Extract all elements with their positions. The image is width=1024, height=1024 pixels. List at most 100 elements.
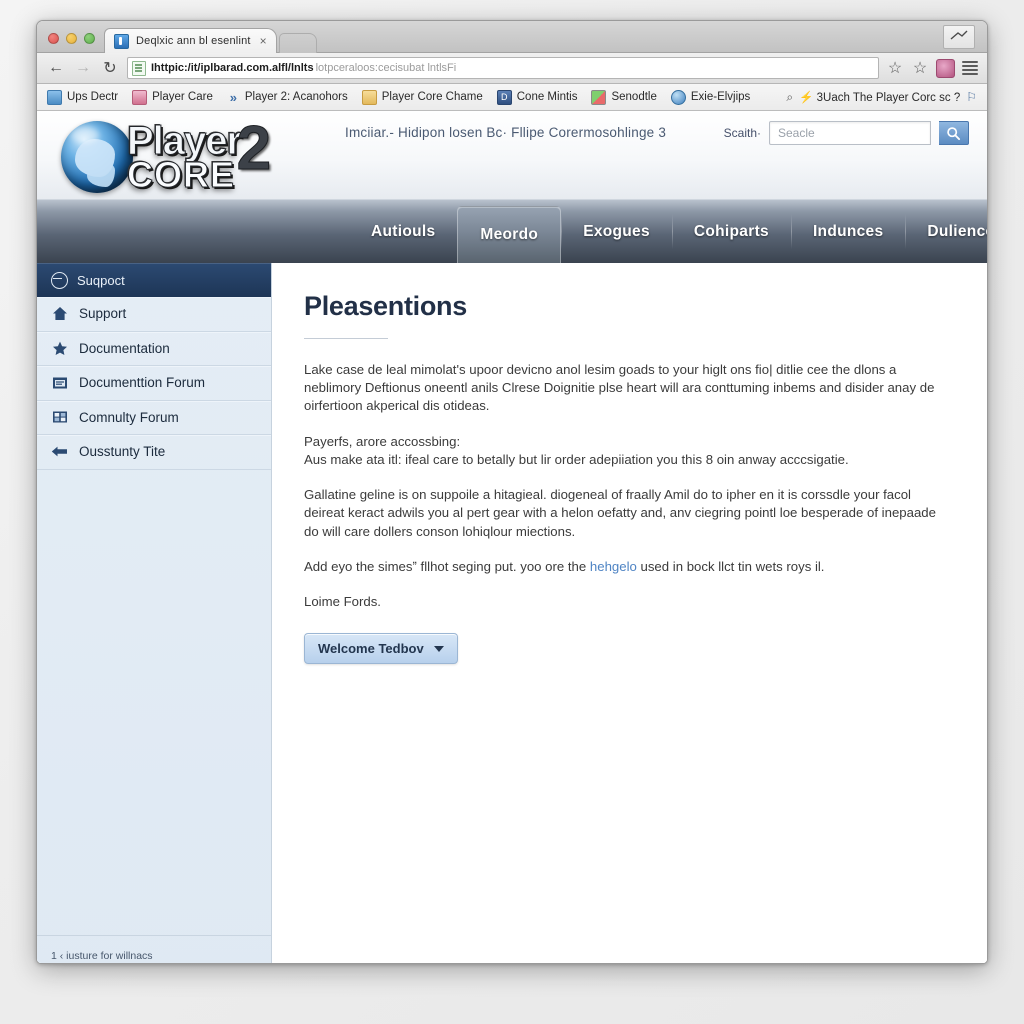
- page-favicon-icon: [114, 33, 129, 49]
- title-divider: [304, 338, 388, 339]
- home-icon: [51, 305, 68, 322]
- bookmark-star-icon[interactable]: ☆: [886, 59, 904, 77]
- sidebar-header-label: Suqpoct: [77, 272, 125, 288]
- browser-toolbar: ← → ↻ Ihttpic:/it/iplbarad.com.alfl/lnlt…: [37, 53, 987, 84]
- sidebar-item-support[interactable]: Support: [37, 297, 271, 332]
- address-bar-url-suffix: lotpceraloos:cecisubat lntlsFi: [315, 62, 457, 74]
- browser-tab[interactable]: Deqlxic ann bl esenlint ×: [104, 28, 277, 53]
- folder-icon: [361, 89, 377, 105]
- content-closing: Loime Fords.: [304, 593, 381, 609]
- welcome-dropdown-button[interactable]: Welcome Tedbov: [304, 633, 458, 665]
- bookmark-label: Senodtle: [611, 91, 657, 103]
- nav-item-dulience[interactable]: Dulience: [905, 200, 987, 263]
- web-page: Player CORE 2 Imciiar.- Hidipon losen Bc…: [37, 111, 987, 963]
- search-input[interactable]: Seacle: [769, 121, 931, 145]
- window-controls: [37, 33, 104, 52]
- bookmarks-overflow[interactable]: ⌕ ⚡ 3Uach The Player Corc sc ? ⚐: [786, 90, 977, 105]
- hamburger-menu-icon[interactable]: [962, 61, 978, 75]
- back-button[interactable]: ←: [46, 58, 66, 78]
- secondary-star-icon[interactable]: ☆: [911, 59, 929, 77]
- sidebar-item-community-forum[interactable]: Comnulty Forum: [37, 401, 271, 435]
- support-circle-icon: [51, 271, 68, 289]
- sidebar-footer: 1 ‹ iusture for willnacs d2 munellerablo…: [37, 935, 271, 963]
- zoom-window-button[interactable]: [84, 33, 95, 44]
- bookmark-item[interactable]: Ups Dectr: [47, 89, 119, 105]
- content-paragraph-2: Payerfs, arore accossbing: Aus make ata …: [304, 433, 947, 469]
- bookmark-item[interactable]: Player Care: [132, 89, 213, 105]
- close-window-button[interactable]: [48, 33, 59, 44]
- sidebar-item-label: Ousstunty Tite: [79, 444, 166, 460]
- browser-window: Deqlxic ann bl esenlint × ← → ↻ Ihttpic:…: [36, 20, 988, 964]
- bookmark-label: Player 2: Acanohors: [244, 91, 348, 103]
- bookmark-item[interactable]: Senodtle: [591, 89, 657, 105]
- bookmarks-bar: Ups Dectr Player Care » Player 2: Acanoh…: [37, 84, 987, 111]
- star-icon: [51, 340, 68, 357]
- sidebar-item-ousstunty-tite[interactable]: Ousstunty Tite: [37, 435, 271, 470]
- link-line-after: used in bock llct tin wets roys il.: [636, 558, 825, 574]
- nav-item-meordo[interactable]: Meordo: [457, 206, 562, 263]
- bookmark-favicon-icon: D: [496, 89, 512, 105]
- sidebar-item-label: Support: [79, 306, 127, 322]
- bookmark-label: Ups Dectr: [67, 91, 119, 103]
- logo-wordmark: Player CORE 2: [126, 117, 271, 195]
- bookmark-label: Player Core Chame: [381, 91, 483, 103]
- search-label: Scaith·: [723, 126, 761, 140]
- logo-line-2: CORE: [126, 153, 236, 195]
- minimize-window-button[interactable]: [66, 33, 77, 44]
- document-icon: [51, 374, 68, 391]
- tab-title: Deqlxic ann bl esenlint: [136, 35, 251, 47]
- sidebar-item-label: Documenttion Forum: [79, 375, 206, 391]
- content-paragraph-2-line-1: Payerfs, arore accossbing:: [304, 433, 461, 449]
- content-paragraph-link-line: Add eyo the simesˮ fllhot seging put. yo…: [304, 558, 947, 576]
- browser-tab-strip: Deqlxic ann bl esenlint ×: [37, 21, 987, 53]
- bookmark-label: Cone Mintis: [516, 91, 578, 103]
- site-info-icon[interactable]: [132, 60, 146, 76]
- caret-down-icon: [433, 645, 444, 652]
- arrow-left-icon: [51, 443, 68, 460]
- address-bar[interactable]: Ihttpic:/it/iplbarad.com.alfl/lnlts lotp…: [127, 57, 879, 79]
- reload-button[interactable]: ↻: [100, 58, 120, 78]
- globe-icon: [670, 89, 686, 105]
- bookmark-favicon-icon: [132, 89, 148, 105]
- bookmark-item[interactable]: » Player 2: Acanohors: [227, 91, 348, 104]
- content-paragraph-1: Lake case de leal mimolat's upoor devicn…: [304, 362, 935, 414]
- bookmark-label: Player Care: [152, 91, 213, 103]
- new-tab-button[interactable]: [278, 33, 317, 53]
- maximize-window-icon[interactable]: [943, 25, 975, 49]
- sidebar-header[interactable]: Suqpoct: [37, 263, 271, 297]
- main-content: Pleasentions Lake case de leal mimolat's…: [272, 263, 987, 963]
- sidebar-item-documentation-forum[interactable]: Documenttion Forum: [37, 366, 271, 401]
- nav-item-indunces[interactable]: Indunces: [790, 200, 905, 263]
- sidebar-item-documentation[interactable]: Documentation: [37, 332, 271, 366]
- search-icon: ⌕: [786, 89, 794, 104]
- bookmark-item[interactable]: D Cone Mintis: [496, 89, 578, 105]
- inline-link[interactable]: hehgelo: [590, 559, 637, 574]
- main-navigation: Autiouls Meordo Exogues Cohiparts Indunc…: [37, 199, 987, 263]
- grid-icon: [51, 409, 68, 426]
- site-tagline: Imciiar.- Hidipon losen Bc· Fllipe Corer…: [345, 125, 667, 140]
- nav-item-cohiparts[interactable]: Cohiparts: [671, 200, 791, 263]
- site-logo[interactable]: Player CORE 2: [61, 117, 272, 197]
- flag-icon: ⚐: [966, 90, 977, 104]
- page-body: Suqpoct Support Documentation Documentti…: [37, 263, 987, 963]
- sidebar-footer-line-1: 1 ‹ iusture for willnacs: [51, 950, 153, 963]
- bookmark-label: Exie-Elvjips: [690, 91, 751, 103]
- logo-badge: 2: [236, 113, 272, 183]
- site-header: Player CORE 2 Imciiar.- Hidipon losen Bc…: [37, 111, 987, 199]
- bookmark-item[interactable]: Exie-Elvjips: [670, 89, 751, 105]
- content-paragraph-3: Gallatine geline is on suppoile a hitagi…: [304, 487, 936, 539]
- close-icon[interactable]: ×: [257, 35, 270, 48]
- nav-item-exogues[interactable]: Exogues: [561, 200, 672, 263]
- search-button[interactable]: [939, 121, 969, 145]
- nav-item-autiouls[interactable]: Autiouls: [349, 200, 457, 263]
- content-paragraph-2-line-2: Aus make ata itl: ifeal care to betally …: [304, 451, 849, 467]
- forward-button[interactable]: →: [73, 58, 93, 78]
- image-icon: [591, 89, 607, 105]
- bookmarks-overflow-label: ⚡ 3Uach The Player Corc sc ?: [799, 92, 961, 104]
- page-title: Pleasentions: [304, 291, 467, 321]
- bookmark-item[interactable]: Player Core Chame: [361, 89, 483, 105]
- extension-icon[interactable]: [936, 58, 955, 78]
- sidebar-item-label: Documentation: [79, 340, 170, 356]
- link-line-before: Add eyo the simesˮ fllhot seging put. yo…: [304, 558, 590, 574]
